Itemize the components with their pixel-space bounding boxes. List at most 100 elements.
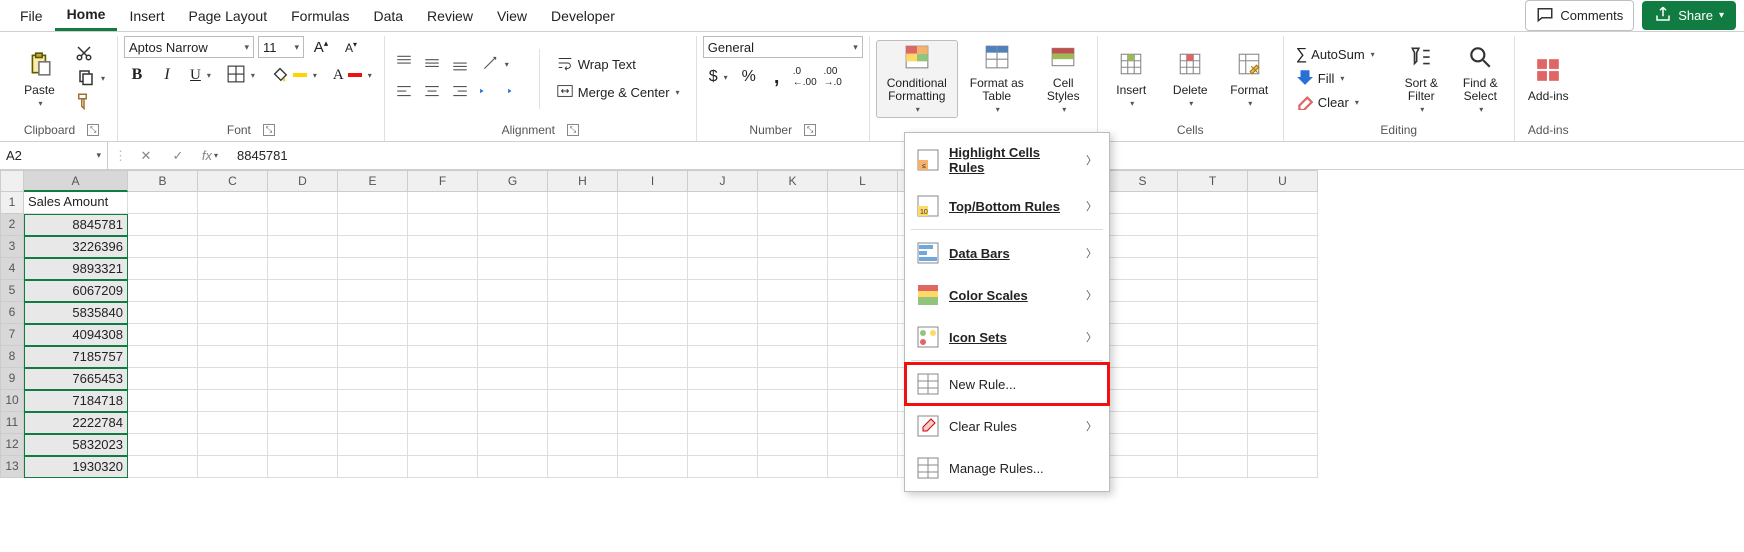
menu-color-scales[interactable]: Color Scales 〉 (905, 274, 1109, 316)
row-header[interactable]: 5 (0, 280, 24, 302)
cell[interactable] (338, 258, 408, 280)
cell[interactable] (1108, 324, 1178, 346)
cell[interactable] (1248, 368, 1318, 390)
cell[interactable] (1248, 192, 1318, 214)
cell[interactable] (338, 236, 408, 258)
column-header[interactable]: I (618, 170, 688, 192)
cell[interactable] (1108, 390, 1178, 412)
cell[interactable] (268, 324, 338, 346)
cell[interactable] (128, 324, 198, 346)
tab-home[interactable]: Home (55, 0, 118, 31)
cut-button[interactable] (71, 44, 97, 66)
cell[interactable] (688, 258, 758, 280)
cell[interactable] (1178, 346, 1248, 368)
column-header[interactable]: U (1248, 170, 1318, 192)
cell[interactable] (1248, 214, 1318, 236)
cell[interactable]: 7665453 (24, 368, 128, 390)
cell[interactable] (268, 258, 338, 280)
cell[interactable] (268, 368, 338, 390)
cell[interactable]: 7184718 (24, 390, 128, 412)
cell[interactable]: 1930320 (24, 456, 128, 478)
cell[interactable] (548, 236, 618, 258)
column-header[interactable]: E (338, 170, 408, 192)
cell[interactable] (758, 368, 828, 390)
cell[interactable] (268, 214, 338, 236)
increase-font-button[interactable]: A▴ (308, 36, 334, 58)
accounting-format-button[interactable]: $▾ (703, 66, 734, 88)
align-right-button[interactable] (447, 82, 473, 104)
cell[interactable] (828, 258, 898, 280)
row-header[interactable]: 8 (0, 346, 24, 368)
cell[interactable] (1178, 368, 1248, 390)
cell[interactable] (1248, 302, 1318, 324)
row-header[interactable]: 11 (0, 412, 24, 434)
cell[interactable] (618, 302, 688, 324)
select-all-corner[interactable] (0, 170, 24, 192)
cell[interactable] (478, 258, 548, 280)
row-header[interactable]: 13 (0, 456, 24, 478)
cell[interactable] (1178, 434, 1248, 456)
cell[interactable] (198, 302, 268, 324)
cell[interactable] (1178, 280, 1248, 302)
cell[interactable] (1108, 346, 1178, 368)
cell[interactable] (688, 236, 758, 258)
cell[interactable] (338, 214, 408, 236)
cell[interactable] (1178, 258, 1248, 280)
cell[interactable] (548, 258, 618, 280)
cell[interactable] (1178, 214, 1248, 236)
cell[interactable] (1248, 258, 1318, 280)
column-header[interactable]: T (1178, 170, 1248, 192)
cell[interactable] (478, 412, 548, 434)
italic-button[interactable]: I (154, 64, 180, 86)
cell[interactable] (618, 390, 688, 412)
cell[interactable] (128, 192, 198, 214)
cell[interactable] (618, 236, 688, 258)
cell[interactable] (338, 434, 408, 456)
cell[interactable] (1108, 258, 1178, 280)
wrap-text-button[interactable]: Wrap Text (550, 54, 690, 76)
cell[interactable] (758, 324, 828, 346)
cell[interactable] (338, 324, 408, 346)
menu-clear-rules[interactable]: Clear Rules 〉 (905, 405, 1109, 447)
cancel-formula-button[interactable]: ✕ (133, 145, 159, 167)
paste-button[interactable]: Paste ▾ (12, 40, 67, 118)
cell[interactable] (478, 324, 548, 346)
cell[interactable]: 9893321 (24, 258, 128, 280)
clear-button[interactable]: Clear▾ (1290, 92, 1390, 114)
cell[interactable] (338, 390, 408, 412)
cell[interactable] (828, 390, 898, 412)
comments-button[interactable]: Comments (1525, 0, 1634, 31)
cell[interactable] (828, 302, 898, 324)
increase-indent-button[interactable] (503, 82, 529, 104)
cell[interactable] (1108, 192, 1178, 214)
dialog-launcher-font[interactable]: ⤡ (263, 124, 275, 136)
cell[interactable] (548, 434, 618, 456)
cell[interactable] (268, 390, 338, 412)
cell[interactable] (828, 192, 898, 214)
cell[interactable] (478, 390, 548, 412)
cell[interactable] (618, 346, 688, 368)
menu-new-rule[interactable]: New Rule... (905, 363, 1109, 405)
underline-button[interactable]: U▾ (184, 64, 217, 86)
cell[interactable] (1248, 346, 1318, 368)
row-header[interactable]: 7 (0, 324, 24, 346)
number-format-combo[interactable]: General ▾ (703, 36, 863, 58)
cell[interactable] (618, 412, 688, 434)
cell[interactable] (198, 324, 268, 346)
cell[interactable] (198, 346, 268, 368)
cell[interactable] (198, 192, 268, 214)
cell[interactable] (828, 434, 898, 456)
cell[interactable] (1108, 456, 1178, 478)
cell[interactable] (268, 346, 338, 368)
column-header[interactable]: K (758, 170, 828, 192)
cell[interactable] (548, 412, 618, 434)
sort-filter-button[interactable]: Sort & Filter ▾ (1394, 40, 1449, 118)
row-header[interactable]: 3 (0, 236, 24, 258)
align-bottom-button[interactable] (447, 54, 473, 76)
cell[interactable] (1108, 368, 1178, 390)
cell[interactable] (1108, 214, 1178, 236)
merge-center-button[interactable]: Merge & Center ▾ (550, 82, 690, 104)
cell[interactable] (548, 324, 618, 346)
cell[interactable]: 5835840 (24, 302, 128, 324)
insert-cells-button[interactable]: Insert ▾ (1104, 40, 1159, 118)
